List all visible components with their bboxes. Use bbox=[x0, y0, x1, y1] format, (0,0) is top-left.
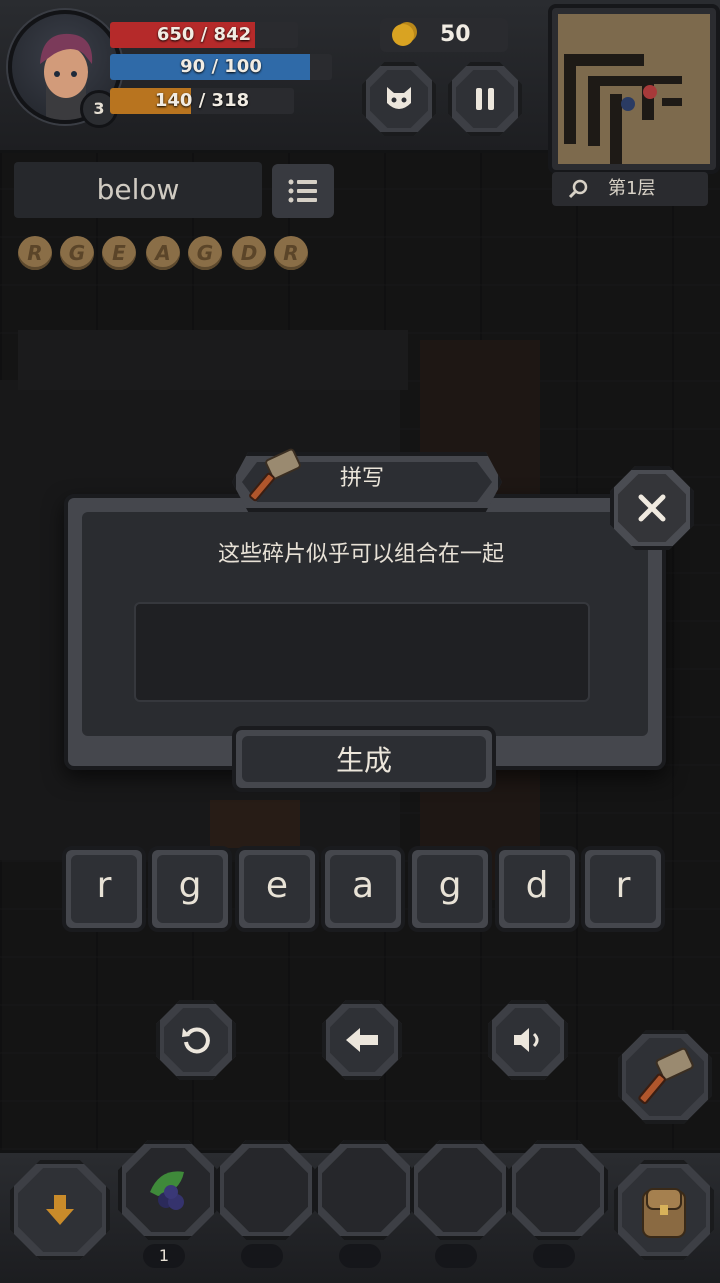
generate-label: 生成 bbox=[242, 736, 486, 782]
letter-tile[interactable]: d bbox=[495, 846, 579, 932]
backpack-button[interactable] bbox=[614, 1160, 714, 1260]
slot-count: 1 bbox=[143, 1244, 185, 1268]
inventory-slot[interactable] bbox=[118, 1140, 218, 1240]
hp-bar: 650 / 842 bbox=[110, 22, 298, 48]
drop-button[interactable] bbox=[10, 1160, 110, 1260]
xp-text: 140 / 318 bbox=[154, 90, 250, 111]
mp-text: 90 / 100 bbox=[180, 56, 262, 77]
word-list-button[interactable] bbox=[272, 164, 334, 218]
fragment-token: A bbox=[146, 236, 180, 270]
letter-tile-label: a bbox=[330, 855, 396, 923]
letter-tile-label: d bbox=[504, 855, 570, 923]
backspace-button[interactable] bbox=[322, 1000, 402, 1080]
fragment-token: R bbox=[274, 236, 308, 270]
magnifier-icon bbox=[568, 179, 588, 199]
letter-tile-label: e bbox=[244, 855, 310, 923]
fragment-token: G bbox=[60, 236, 94, 270]
letter-tile-label: r bbox=[590, 855, 656, 923]
pause-icon bbox=[456, 70, 514, 128]
coin-icon bbox=[392, 24, 414, 46]
coin-counter: 50 bbox=[380, 18, 508, 52]
inventory-slot[interactable] bbox=[508, 1140, 608, 1240]
hp-text: 650 / 842 bbox=[156, 24, 252, 45]
generate-button[interactable]: 生成 bbox=[232, 726, 496, 792]
inventory-slot[interactable] bbox=[216, 1140, 316, 1240]
letter-tile-label: r bbox=[71, 855, 137, 923]
refresh-icon bbox=[164, 1008, 228, 1072]
fragment-token: G bbox=[188, 236, 222, 270]
minimap-view bbox=[558, 14, 710, 164]
letter-tile[interactable]: g bbox=[408, 846, 492, 932]
slot-count bbox=[435, 1244, 477, 1268]
fragment-token: D bbox=[232, 236, 266, 270]
slot-count bbox=[241, 1244, 283, 1268]
berry-icon bbox=[126, 1148, 210, 1232]
answer-input[interactable] bbox=[134, 602, 590, 702]
dialog-title: 拼写 bbox=[339, 466, 384, 491]
pet-button[interactable] bbox=[362, 62, 436, 136]
target-word: below bbox=[96, 173, 180, 206]
inventory-slot[interactable] bbox=[410, 1140, 510, 1240]
letter-tile-label: g bbox=[417, 855, 483, 923]
letter-tile[interactable]: a bbox=[321, 846, 405, 932]
letter-tile[interactable]: g bbox=[148, 846, 232, 932]
slot-count bbox=[339, 1244, 381, 1268]
close-icon bbox=[618, 474, 686, 542]
sound-button[interactable] bbox=[488, 1000, 568, 1080]
arrow-down-icon bbox=[18, 1168, 102, 1252]
fragment-token: R bbox=[18, 236, 52, 270]
target-word-box: below bbox=[14, 162, 262, 218]
reset-button[interactable] bbox=[156, 1000, 236, 1080]
coin-amount: 50 bbox=[440, 22, 471, 47]
minimap[interactable] bbox=[548, 4, 720, 174]
backpack-icon bbox=[622, 1168, 706, 1252]
letter-tile[interactable]: r bbox=[62, 846, 146, 932]
cat-face-icon bbox=[370, 70, 428, 128]
floor-indicator[interactable]: 第1层 bbox=[552, 172, 708, 206]
dialog-message: 这些碎片似乎可以组合在一起 bbox=[217, 542, 504, 567]
letter-tile[interactable]: e bbox=[235, 846, 319, 932]
fragment-token: E bbox=[102, 236, 136, 270]
pause-button[interactable] bbox=[448, 62, 522, 136]
floor-label: 第1层 bbox=[608, 178, 656, 199]
slot-count bbox=[533, 1244, 575, 1268]
arrow-left-icon bbox=[330, 1008, 394, 1072]
letter-tile[interactable]: r bbox=[581, 846, 665, 932]
speaker-icon bbox=[496, 1008, 560, 1072]
letter-tile-label: g bbox=[157, 855, 223, 923]
xp-bar: 140 / 318 bbox=[110, 88, 294, 114]
inventory-slot[interactable] bbox=[314, 1140, 414, 1240]
mp-bar: 90 / 100 bbox=[110, 54, 332, 80]
list-icon bbox=[288, 179, 317, 203]
hammer-icon bbox=[626, 1038, 704, 1116]
